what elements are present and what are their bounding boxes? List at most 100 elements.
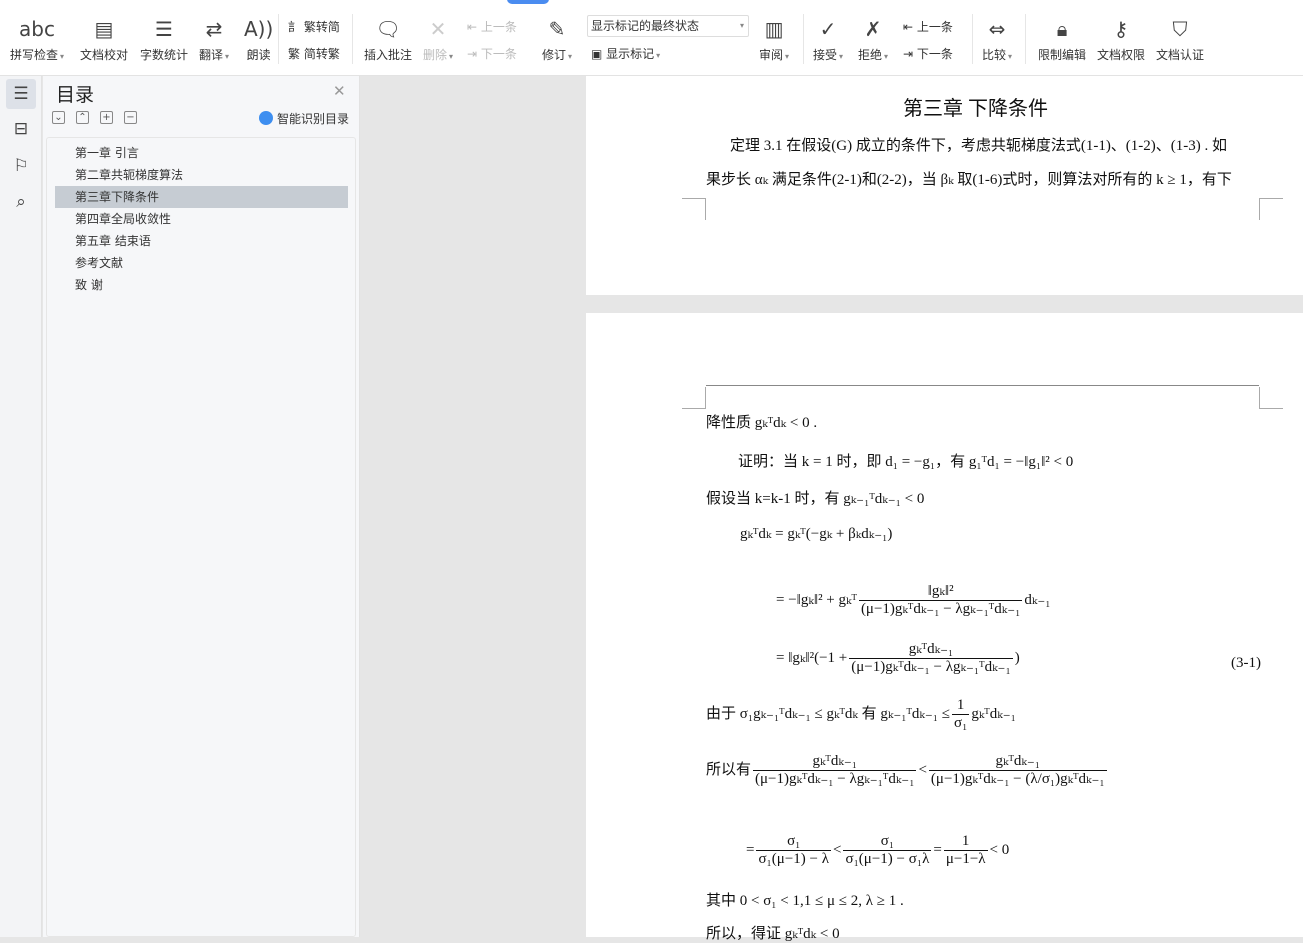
word-count-button[interactable]: ☰ 字数统计 bbox=[140, 14, 188, 63]
equation-number: (3-1) bbox=[1231, 655, 1261, 671]
document-page[interactable]: 第三章 下降条件 定理 3.1 在假设(G) 成立的条件下，考虑共轭梯度法式(1… bbox=[586, 76, 1303, 295]
doc-proof-button[interactable]: ▤ 文档校对 bbox=[80, 14, 128, 63]
navigation-icon[interactable]: ⊟ bbox=[6, 114, 36, 144]
shield-icon: ⛉ bbox=[1172, 17, 1188, 41]
trad-icon: 訁 bbox=[288, 20, 304, 34]
restrict-edit-button[interactable]: 🔒︎ 限制编辑 bbox=[1038, 14, 1086, 63]
toc-panel: 目录 ✕ ⌄ ⌃ + − 智能识别目录 第一章 引言 第二章共轭梯度算法 第三章… bbox=[43, 76, 360, 937]
lock-icon: 🔒︎ bbox=[1056, 17, 1068, 41]
delete-comment-button[interactable]: ✕ 删除 ▾ bbox=[423, 14, 453, 63]
label: 插入批注 bbox=[364, 48, 413, 62]
eq-part: ) bbox=[1014, 649, 1020, 666]
document-page[interactable]: 降性质 gₖᵀdₖ < 0 . 证明：当 k = 1 时，即 d₁ = −g₁，… bbox=[586, 313, 1303, 942]
fraction: gₖᵀdₖ₋₁ (μ−1)gₖᵀdₖ₋₁ − (λ/σ₁)gₖᵀdₖ₋₁ bbox=[928, 753, 1107, 788]
numerator: gₖᵀdₖ₋₁ bbox=[995, 753, 1041, 769]
numerator: gₖᵀdₖ₋₁ bbox=[812, 753, 857, 769]
label: 下一条 bbox=[916, 47, 953, 61]
label: 拒绝 bbox=[858, 48, 883, 62]
equation: gₖᵀdₖ = gₖᵀ(−gₖ + βₖdₖ₋₁) bbox=[740, 526, 893, 542]
simp-icon: 繁 bbox=[288, 47, 304, 61]
eq-part: 由于 σ₁gₖ₋₁ᵀdₖ₋₁ ≤ gₖᵀdₖ 有 gₖ₋₁ᵀdₖ₋₁ ≤ bbox=[706, 705, 950, 722]
label: 比较 bbox=[982, 48, 1007, 62]
toc-item[interactable]: 第一章 引言 bbox=[55, 142, 348, 164]
numerator: gₖᵀdₖ₋₁ bbox=[908, 641, 954, 657]
review-pane-button[interactable]: ▥ 审阅 ▾ bbox=[759, 14, 789, 63]
compare-button[interactable]: ⇔ 比较 ▾ bbox=[982, 14, 1012, 63]
label: 限制编辑 bbox=[1038, 48, 1087, 62]
reject-button[interactable]: ✗ 拒绝 ▾ bbox=[858, 14, 888, 63]
numerator: σ₁ bbox=[787, 833, 801, 849]
toc-item[interactable]: 参考文献 bbox=[55, 252, 348, 274]
label: 下一条 bbox=[480, 47, 517, 61]
ai-icon bbox=[259, 111, 273, 125]
denominator: (μ−1)gₖᵀdₖ₋₁ − λgₖ₋₁ᵀdₖ₋₁ bbox=[849, 658, 1013, 675]
accept-button[interactable]: ✓ 接受 ▾ bbox=[813, 14, 843, 63]
word-count-icon: ☰ bbox=[155, 17, 173, 41]
translate-button[interactable]: ⇄ 翻译 ▾ bbox=[199, 14, 229, 63]
chevron-down-icon: ▾ bbox=[739, 21, 744, 30]
header-line bbox=[706, 385, 1259, 386]
prev-comment-button[interactable]: ⇤ 上一条 bbox=[467, 18, 517, 35]
eq-part: < bbox=[918, 761, 927, 778]
toc-item[interactable]: 第五章 结束语 bbox=[55, 230, 348, 252]
denominator: σ₁(μ−1) − σ₁λ bbox=[843, 850, 932, 867]
denominator: (μ−1)gₖᵀdₖ₋₁ − λgₖ₋₁ᵀdₖ₋₁ bbox=[753, 770, 917, 787]
bookmark-icon[interactable]: ⚐ bbox=[6, 151, 36, 181]
comment-plus-icon: 🗨 bbox=[375, 17, 401, 41]
fraction: gₖᵀdₖ₋₁ (μ−1)gₖᵀdₖ₋₁ − λgₖ₋₁ᵀdₖ₋₁ bbox=[753, 753, 917, 788]
label: 审阅 bbox=[759, 48, 784, 62]
label: 简转繁 bbox=[303, 47, 340, 61]
label: 显示标记 bbox=[606, 47, 655, 61]
read-aloud-button[interactable]: A)) 朗读 bbox=[244, 14, 273, 63]
collapse-all-icon[interactable]: − bbox=[124, 111, 137, 124]
fraction: 1 μ−1−λ bbox=[943, 833, 988, 868]
next-comment-button[interactable]: ⇥ 下一条 bbox=[467, 45, 517, 62]
label: 文档权限 bbox=[1097, 48, 1146, 62]
toc-item[interactable]: 第二章共轭梯度算法 bbox=[55, 164, 348, 186]
ribbon-toolbar: abc 拼写检查 ▾ ▤ 文档校对 ☰ 字数统计 ⇄ 翻译 ▾ A)) 朗读 訁 繁转简 繁 … bbox=[0, 0, 1303, 76]
simp-to-trad-button[interactable]: 繁 简转繁 bbox=[288, 45, 340, 62]
expand-down-icon[interactable]: ⌄ bbox=[52, 111, 65, 124]
eq-part: < bbox=[833, 841, 842, 858]
spell-check-button[interactable]: abc 拼写检查 ▾ bbox=[10, 14, 64, 63]
panel-title: 目录 bbox=[56, 84, 95, 106]
expand-all-icon[interactable]: + bbox=[100, 111, 113, 124]
denominator: σ₁(μ−1) − λ bbox=[756, 850, 832, 867]
track-changes-icon: ✎ bbox=[548, 17, 566, 41]
smart-toc-button[interactable]: 智能识别目录 bbox=[259, 110, 349, 127]
collapse-up-icon[interactable]: ⌃ bbox=[76, 111, 89, 124]
numerator: σ₁ bbox=[880, 833, 895, 849]
margin-corner bbox=[682, 387, 706, 409]
comment-delete-icon: ✕ bbox=[429, 17, 447, 41]
toc-item[interactable]: 第四章全局收敛性 bbox=[55, 208, 348, 230]
track-changes-button[interactable]: ✎ 修订 ▾ bbox=[542, 14, 572, 63]
doc-permission-button[interactable]: ⚷ 文档权限 bbox=[1097, 14, 1145, 63]
eq-part: 所以有 bbox=[706, 761, 752, 778]
sidebar-icon-bar: ☰ ⊟ ⚐ ⌕ bbox=[0, 76, 42, 937]
label: 上一条 bbox=[480, 20, 517, 34]
search-icon[interactable]: ⌕ bbox=[6, 187, 36, 217]
fraction: gₖᵀdₖ₋₁ (μ−1)gₖᵀdₖ₋₁ − λgₖ₋₁ᵀdₖ₋₁ bbox=[849, 641, 1013, 676]
paragraph: 果步长 αₖ 满足条件(2-1)和(2-2)，当 βₖ 取(1-6)式时，则算法… bbox=[706, 172, 1232, 188]
close-icon[interactable]: ✕ bbox=[333, 82, 346, 100]
markup-state-dropdown[interactable]: 显示标记的最终状态 ▾ bbox=[587, 15, 749, 37]
eq-part: < 0 bbox=[989, 841, 1010, 858]
toc-item[interactable]: 致 谢 bbox=[55, 274, 348, 296]
prev-change-button[interactable]: ⇤ 上一条 bbox=[903, 18, 953, 35]
show-markup-button[interactable]: ▣ 显示标记 ▾ bbox=[591, 45, 660, 62]
label: 翻译 bbox=[199, 48, 224, 62]
insert-comment-button[interactable]: 🗨 插入批注 bbox=[364, 14, 412, 63]
toc-item-selected[interactable]: 第三章下降条件 bbox=[55, 186, 348, 208]
accept-icon: ✓ bbox=[819, 17, 837, 41]
label: 字数统计 bbox=[140, 48, 189, 62]
equation: = ‖gₖ‖²(−1 + gₖᵀdₖ₋₁ (μ−1)gₖᵀdₖ₋₁ − λgₖ₋₁ᵀ… bbox=[776, 641, 1020, 676]
tab-indicator bbox=[507, 0, 549, 4]
doc-certify-button[interactable]: ⛉ 文档认证 bbox=[1156, 14, 1204, 63]
compare-icon: ⇔ bbox=[988, 17, 1006, 41]
trad-to-simp-button[interactable]: 訁 繁转简 bbox=[288, 18, 340, 35]
label: 接受 bbox=[813, 48, 838, 62]
margin-corner bbox=[1259, 198, 1283, 220]
next-change-button[interactable]: ⇥ 下一条 bbox=[903, 45, 953, 62]
toc-icon[interactable]: ☰ bbox=[6, 79, 36, 109]
prev-icon: ⇤ bbox=[467, 20, 481, 34]
